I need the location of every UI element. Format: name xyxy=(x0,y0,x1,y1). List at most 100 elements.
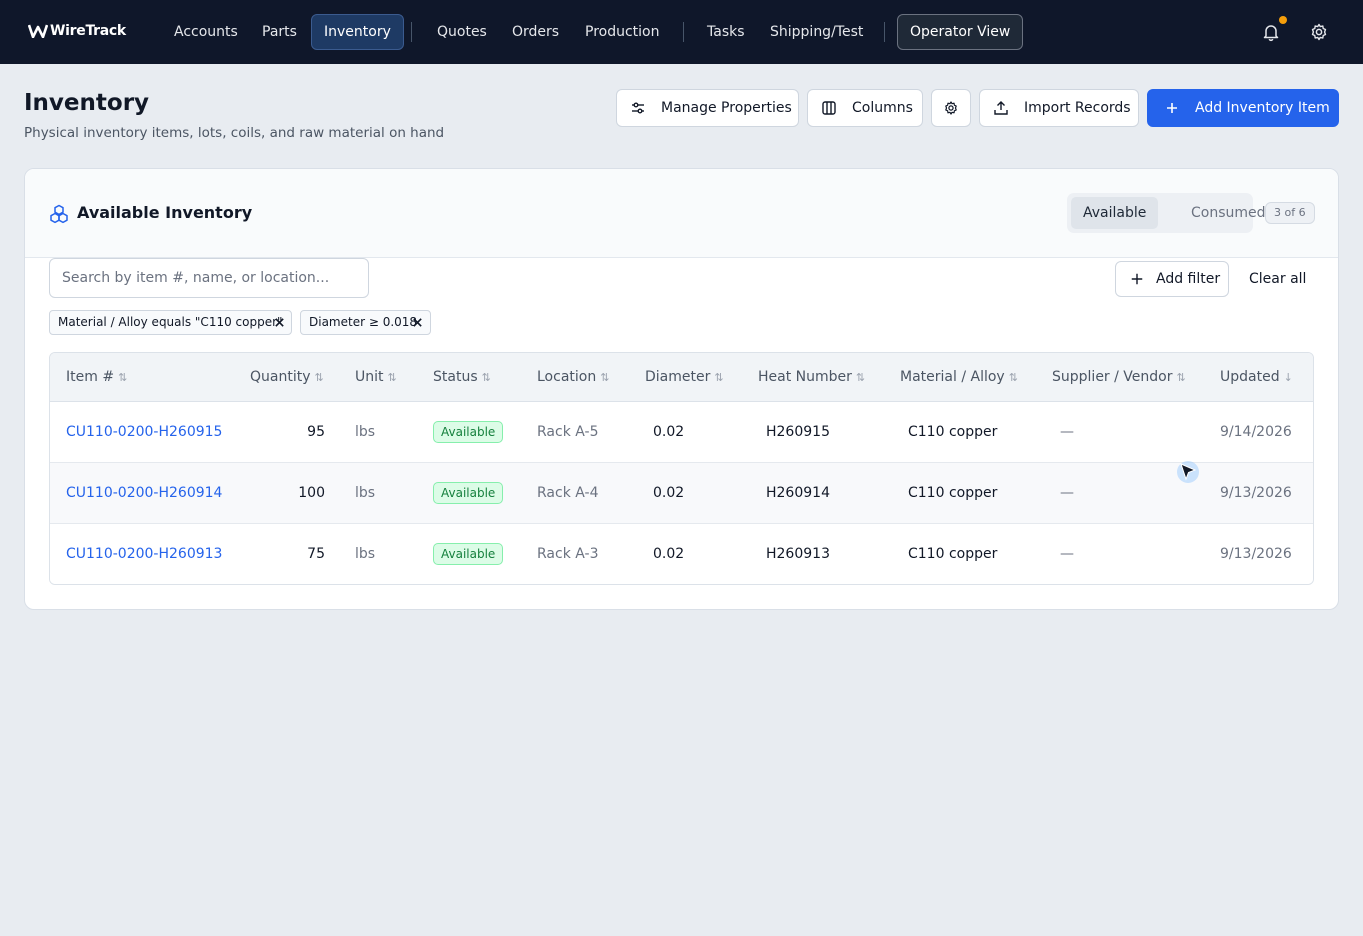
column-header-material[interactable]: Material / Alloy ⇅ xyxy=(900,353,1018,402)
column-header-diameter[interactable]: Diameter ⇅ xyxy=(645,353,724,402)
operator-view-button[interactable]: Operator View xyxy=(897,14,1024,50)
location-cell: Rack A-5 xyxy=(537,424,599,440)
add-inventory-item-button[interactable]: Add Inventory Item xyxy=(1147,89,1339,127)
material-cell: C110 copper xyxy=(908,485,998,501)
updated-cell: 9/13/2026 xyxy=(1220,485,1292,501)
table-row[interactable]: CU110-0200-H260915 95 lbs Available Rack… xyxy=(50,402,1313,463)
column-header-status[interactable]: Status ⇅ xyxy=(433,353,491,402)
segment-available[interactable]: Available xyxy=(1071,197,1159,229)
mouse-cursor-icon xyxy=(1177,461,1199,483)
material-cell: C110 copper xyxy=(908,546,998,562)
close-icon[interactable] xyxy=(412,317,423,328)
unit-cell: lbs xyxy=(355,485,376,501)
plus-icon xyxy=(1167,103,1177,113)
quantity-cell: 100 xyxy=(298,485,325,501)
supplier-cell: — xyxy=(1060,546,1074,562)
heat-number-cell: H260913 xyxy=(766,546,830,562)
filter-chip-material: Material / Alloy equals "C110 copper" xyxy=(49,310,292,335)
search-input[interactable] xyxy=(49,258,369,298)
availability-toggle: Available Consumed xyxy=(1067,193,1266,233)
sliders-icon xyxy=(632,102,644,114)
column-header-quantity[interactable]: Quantity ⇅ xyxy=(250,353,324,402)
diameter-cell: 0.02 xyxy=(653,485,685,501)
manage-properties-button[interactable]: Manage Properties xyxy=(616,89,799,127)
close-icon[interactable] xyxy=(274,317,285,328)
filter-chip-diameter: Diameter ≥ 0.018 xyxy=(300,310,431,335)
status-badge: Available xyxy=(433,421,504,443)
import-records-button[interactable]: Import Records xyxy=(979,89,1139,127)
table-header: Item # ⇅ Quantity ⇅ Unit ⇅ Status ⇅ Location… xyxy=(50,353,1313,402)
result-count-badge: 3 of 6 xyxy=(1265,202,1315,224)
add-filter-button[interactable]: Add filter xyxy=(1115,261,1229,297)
brand-logo[interactable]: WireTrack xyxy=(28,21,126,41)
sort-icon: ⇅ xyxy=(714,371,724,384)
column-header-supplier[interactable]: Supplier / Vendor ⇅ xyxy=(1052,353,1186,402)
material-cell: C110 copper xyxy=(908,424,998,440)
inventory-table: Item # ⇅ Quantity ⇅ Unit ⇅ Status ⇅ Location… xyxy=(49,352,1314,585)
updated-cell: 9/14/2026 xyxy=(1220,424,1292,440)
sort-icon: ⇅ xyxy=(1008,371,1018,384)
quantity-cell: 95 xyxy=(307,424,325,440)
column-header-unit[interactable]: Unit ⇅ xyxy=(355,353,397,402)
top-nav: WireTrack Accounts Parts Inventory Quote… xyxy=(0,0,1363,64)
status-badge: Available xyxy=(433,543,504,565)
quantity-cell: 75 xyxy=(307,546,325,562)
add-filter-label: Add filter xyxy=(1156,271,1221,287)
sort-icon: ⇅ xyxy=(118,371,128,384)
heat-number-cell: H260914 xyxy=(766,485,830,501)
unit-cell: lbs xyxy=(355,424,376,440)
nav-parts[interactable]: Parts xyxy=(250,14,309,50)
nav-accounts[interactable]: Accounts xyxy=(162,14,250,50)
nav-orders[interactable]: Orders xyxy=(500,14,571,50)
table-settings-button[interactable] xyxy=(931,89,971,127)
segment-consumed[interactable]: Consumed xyxy=(1179,197,1278,229)
card-title: Available Inventory xyxy=(77,203,253,222)
notification-dot xyxy=(1279,16,1287,24)
sort-icon: ⇅ xyxy=(387,371,397,384)
location-cell: Rack A-3 xyxy=(537,546,599,562)
column-header-item[interactable]: Item # ⇅ xyxy=(66,353,127,402)
filter-chip-label: Material / Alloy equals "C110 copper" xyxy=(58,315,283,329)
nav-quotes[interactable]: Quotes xyxy=(425,14,499,50)
page-subtitle: Physical inventory items, lots, coils, a… xyxy=(24,125,445,141)
card-header: Available Inventory Available Consumed 3… xyxy=(25,169,1338,258)
brand-name: WireTrack xyxy=(50,23,126,39)
nav-shipping-test[interactable]: Shipping/Test xyxy=(758,14,875,50)
item-link[interactable]: CU110-0200-H260913 xyxy=(66,524,222,584)
nav-tasks[interactable]: Tasks xyxy=(695,14,757,50)
column-header-heat-number[interactable]: Heat Number ⇅ xyxy=(758,353,865,402)
item-link[interactable]: CU110-0200-H260914 xyxy=(66,463,222,523)
nav-inventory[interactable]: Inventory xyxy=(311,14,404,50)
table-row[interactable]: CU110-0200-H260914 100 lbs Available Rac… xyxy=(50,463,1313,524)
unit-cell: lbs xyxy=(355,546,376,562)
sort-icon: ⇅ xyxy=(314,371,324,384)
diameter-cell: 0.02 xyxy=(653,546,685,562)
page-title: Inventory xyxy=(24,90,150,116)
gear-icon[interactable] xyxy=(1309,22,1329,42)
column-header-location[interactable]: Location ⇅ xyxy=(537,353,609,402)
boxes-icon xyxy=(50,204,68,224)
plus-icon xyxy=(1131,273,1143,285)
logo-w-icon xyxy=(28,24,48,38)
nav-production[interactable]: Production xyxy=(573,14,671,50)
add-inventory-item-label: Add Inventory Item xyxy=(1195,100,1330,116)
upload-icon xyxy=(994,101,1008,115)
sort-icon: ⇅ xyxy=(1176,371,1186,384)
supplier-cell: — xyxy=(1060,485,1074,501)
import-records-label: Import Records xyxy=(1024,100,1131,116)
item-link[interactable]: CU110-0200-H260915 xyxy=(66,402,222,462)
inventory-card: Available Inventory Available Consumed 3… xyxy=(24,168,1339,610)
manage-properties-label: Manage Properties xyxy=(661,100,792,116)
column-header-updated[interactable]: Updated ↓ xyxy=(1220,353,1293,402)
bell-icon[interactable] xyxy=(1261,22,1281,42)
diameter-cell: 0.02 xyxy=(653,424,685,440)
clear-all-button[interactable]: Clear all xyxy=(1249,261,1306,297)
columns-label: Columns xyxy=(852,100,913,116)
filter-chip-label: Diameter ≥ 0.018 xyxy=(309,315,418,329)
nav-divider xyxy=(884,22,885,42)
updated-cell: 9/13/2026 xyxy=(1220,546,1292,562)
table-row[interactable]: CU110-0200-H260913 75 lbs Available Rack… xyxy=(50,524,1313,584)
sort-desc-icon: ↓ xyxy=(1283,371,1293,384)
columns-button[interactable]: Columns xyxy=(807,89,923,127)
gear-icon xyxy=(945,101,957,115)
